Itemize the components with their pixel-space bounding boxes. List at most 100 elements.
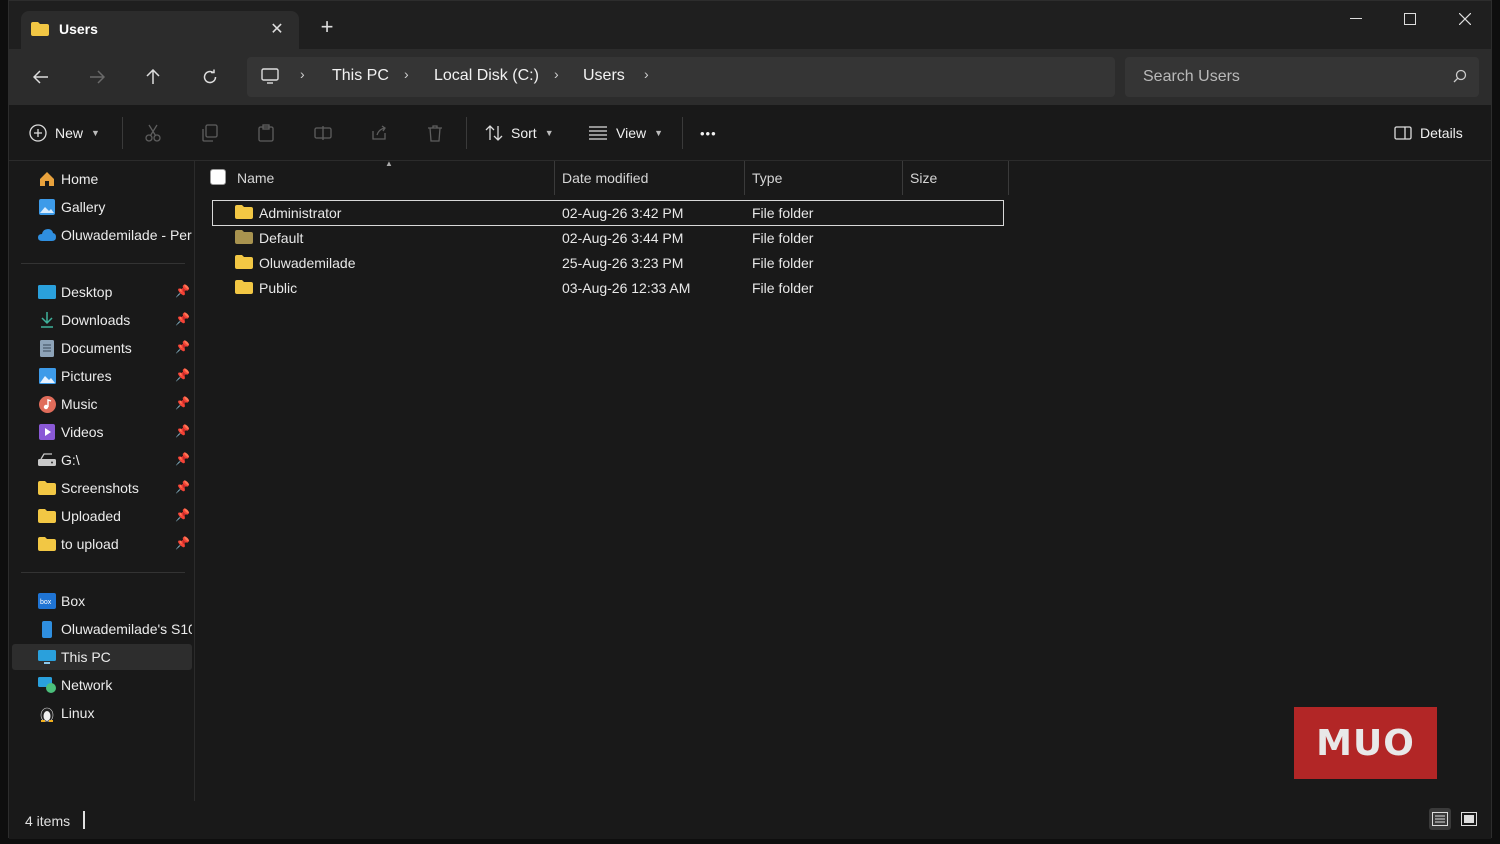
sidebar-item-box[interactable]: box Box	[12, 588, 192, 614]
file-date: 25-Aug-26 3:23 PM	[562, 255, 684, 271]
chevron-down-icon: ▼	[91, 128, 100, 138]
forward-button[interactable]	[83, 63, 111, 91]
pin-icon[interactable]: 📌	[175, 452, 190, 466]
sidebar-item-music[interactable]: Music 📌	[12, 391, 192, 417]
details-view-button[interactable]	[1429, 808, 1451, 830]
pin-icon[interactable]: 📌	[175, 480, 190, 494]
sidebar-item-to-upload[interactable]: to upload 📌	[12, 531, 192, 557]
sidebar-item-screenshots[interactable]: Screenshots 📌	[12, 475, 192, 501]
back-button[interactable]	[27, 63, 55, 91]
copy-icon[interactable]	[198, 121, 222, 145]
breadcrumb-chevron-icon[interactable]: ›	[644, 66, 649, 82]
sidebar-item-gallery[interactable]: Gallery	[12, 194, 192, 220]
back-arrow-icon	[33, 70, 48, 84]
details-button[interactable]: Details	[1394, 119, 1463, 147]
folder-icon	[38, 479, 56, 497]
sidebar-item-desktop[interactable]: Desktop 📌	[12, 279, 192, 305]
crumb-local-disk[interactable]: Local Disk (C:)	[434, 67, 539, 85]
search-box[interactable]: Search Users	[1125, 57, 1479, 97]
select-all-checkbox[interactable]	[210, 169, 226, 185]
chevron-down-icon: ▼	[544, 128, 554, 138]
crumb-users[interactable]: Users	[583, 67, 625, 85]
folder-icon	[38, 507, 56, 525]
new-tab-button[interactable]: +	[315, 14, 339, 39]
refresh-button[interactable]	[196, 63, 224, 91]
up-button[interactable]	[139, 63, 167, 91]
breadcrumb-chevron-icon[interactable]: ›	[300, 66, 305, 82]
table-row[interactable]: Oluwademilade 25-Aug-26 3:23 PM File fol…	[213, 251, 1003, 275]
delete-icon[interactable]	[423, 121, 447, 145]
table-row[interactable]: Default 02-Aug-26 3:44 PM File folder	[213, 226, 1003, 250]
column-date-modified[interactable]: Date modified	[562, 161, 742, 195]
pin-icon[interactable]: 📌	[175, 312, 190, 326]
sidebar-item-label: G:\	[61, 452, 80, 468]
table-row[interactable]: Public 03-Aug-26 12:33 AM File folder	[213, 276, 1003, 300]
close-tab-icon[interactable]: ✕	[265, 17, 289, 41]
sidebar-item-phone[interactable]: Oluwademilade's S10	[12, 616, 192, 642]
column-divider[interactable]	[902, 161, 903, 195]
share-icon[interactable]	[367, 121, 391, 145]
more-options-button[interactable]: •••	[700, 119, 717, 147]
cut-icon[interactable]	[141, 121, 165, 145]
sidebar-item-onedrive[interactable]: Oluwademilade - Personal	[12, 222, 192, 248]
sidebar-item-network[interactable]: Network	[12, 672, 192, 698]
pin-icon[interactable]: 📌	[175, 424, 190, 438]
sidebar-item-uploaded[interactable]: Uploaded 📌	[12, 503, 192, 529]
sidebar-item-g-drive[interactable]: G:\ 📌	[12, 447, 192, 473]
close-window-button[interactable]	[1442, 7, 1488, 31]
pin-icon[interactable]: 📌	[175, 508, 190, 522]
breadcrumb[interactable]: › This PC › Local Disk (C:) › Users ›	[247, 57, 1115, 97]
documents-icon	[38, 339, 56, 357]
maximize-button[interactable]	[1387, 7, 1433, 31]
sidebar-item-home[interactable]: Home	[12, 166, 192, 192]
column-name[interactable]: Name	[237, 161, 547, 195]
search-icon[interactable]	[1453, 69, 1467, 88]
paste-icon[interactable]	[254, 121, 278, 145]
minimize-button[interactable]	[1333, 7, 1379, 31]
gallery-icon	[38, 198, 56, 216]
breadcrumb-chevron-icon[interactable]: ›	[554, 66, 559, 82]
file-type: File folder	[752, 255, 814, 271]
large-icons-view-icon	[1461, 812, 1477, 826]
sidebar-item-label: Home	[61, 171, 99, 187]
column-divider[interactable]	[554, 161, 555, 195]
divider	[21, 572, 185, 573]
column-type[interactable]: Type	[752, 161, 902, 195]
sidebar-item-downloads[interactable]: Downloads 📌	[12, 307, 192, 333]
sidebar-item-documents[interactable]: Documents 📌	[12, 335, 192, 361]
table-row[interactable]: Administrator 02-Aug-26 3:42 PM File fol…	[212, 200, 1004, 226]
sidebar-item-label: Network	[61, 677, 113, 693]
folder-icon	[31, 22, 49, 41]
breadcrumb-chevron-icon[interactable]: ›	[404, 66, 409, 82]
sidebar-item-linux[interactable]: Linux	[12, 700, 192, 726]
rename-icon[interactable]	[311, 121, 335, 145]
column-divider[interactable]	[1008, 161, 1009, 195]
pin-icon[interactable]: 📌	[175, 284, 190, 298]
tab-users[interactable]: Users ✕	[21, 11, 299, 49]
sidebar-item-videos[interactable]: Videos 📌	[12, 419, 192, 445]
new-button[interactable]: New ▼	[29, 119, 100, 147]
pin-icon[interactable]: 📌	[175, 340, 190, 354]
pictures-icon	[38, 367, 56, 385]
tiles-view-button[interactable]	[1458, 808, 1480, 830]
sidebar-item-label: Downloads	[61, 312, 131, 328]
sidebar-item-label: Screenshots	[61, 480, 139, 496]
file-date: 02-Aug-26 3:42 PM	[562, 205, 684, 221]
column-size[interactable]: Size	[910, 161, 1000, 195]
sidebar-item-this-pc[interactable]: This PC	[12, 644, 192, 670]
sort-button[interactable]: Sort ▼	[485, 119, 554, 147]
pin-icon[interactable]: 📌	[175, 368, 190, 382]
item-count: 4 items	[25, 813, 71, 829]
box-icon: box	[38, 592, 56, 610]
sidebar-item-pictures[interactable]: Pictures 📌	[12, 363, 192, 389]
monitor-icon[interactable]	[261, 68, 279, 89]
crumb-this-pc[interactable]: This PC	[332, 67, 389, 85]
pin-icon[interactable]: 📌	[175, 396, 190, 410]
column-divider[interactable]	[744, 161, 745, 195]
pin-icon[interactable]: 📌	[175, 536, 190, 550]
view-button[interactable]: View ▼	[588, 119, 663, 147]
onedrive-icon	[38, 226, 56, 244]
text-cursor	[83, 811, 85, 829]
svg-text:box: box	[40, 599, 52, 606]
file-type: File folder	[752, 280, 814, 296]
